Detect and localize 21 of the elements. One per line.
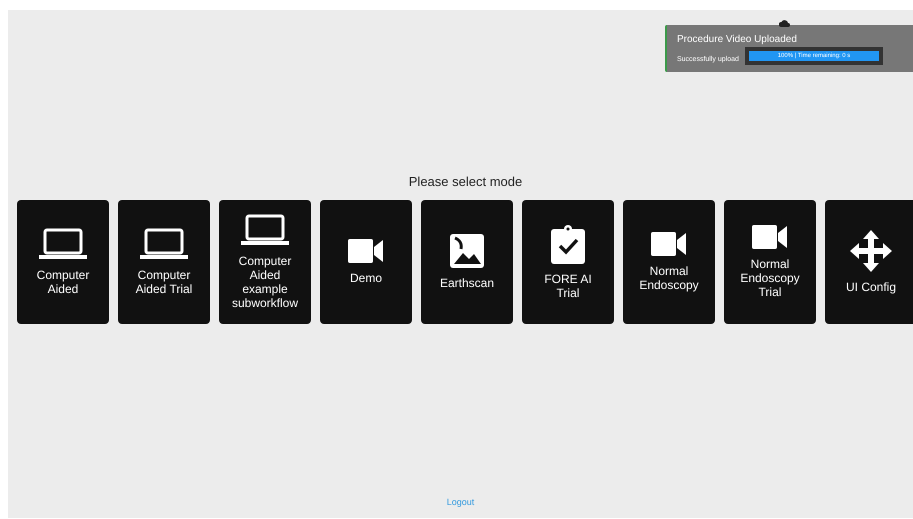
video-camera-icon	[348, 239, 384, 263]
video-camera-icon	[752, 225, 788, 249]
mode-tile[interactable]: FORE AI Trial	[522, 200, 614, 324]
mode-tile[interactable]: Normal Endoscopy	[623, 200, 715, 324]
notification-title: Procedure Video Uploaded	[677, 33, 797, 46]
mode-tile[interactable]: Demo	[320, 200, 412, 324]
mode-tile[interactable]: UI Config	[825, 200, 913, 324]
mode-tile[interactable]: Computer Aided Trial	[118, 200, 210, 324]
mode-tile[interactable]: Computer Aided example subworkflow	[219, 200, 311, 324]
laptop-icon	[140, 228, 188, 260]
image-icon	[450, 234, 484, 268]
laptop-icon	[241, 214, 289, 246]
page-heading: Please select mode	[408, 173, 522, 191]
video-camera-icon	[651, 232, 687, 256]
laptop-icon	[39, 228, 87, 260]
move-arrows-icon	[850, 230, 892, 272]
clipboard-check-icon	[551, 224, 585, 264]
cloud-icon	[779, 20, 790, 27]
mode-tile[interactable]: Earthscan	[421, 200, 513, 324]
mode-tile[interactable]: Computer Aided	[17, 200, 109, 324]
mode-tile[interactable]: Normal Endoscopy Trial	[724, 200, 816, 324]
